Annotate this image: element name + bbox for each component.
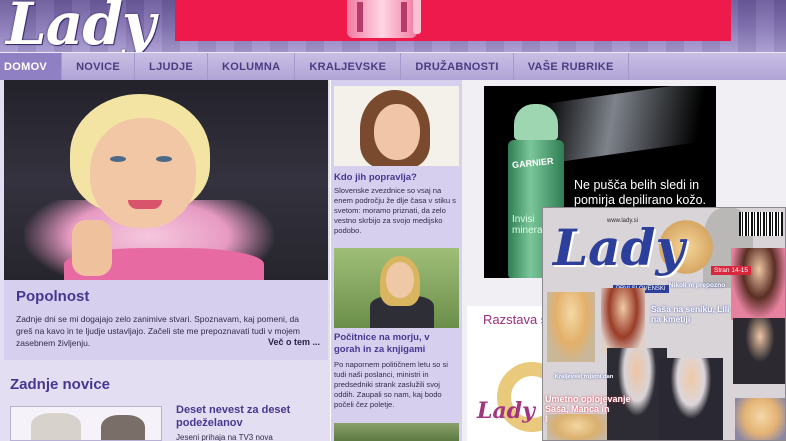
sidebar-article-summary: Slovenske zvezdnice so vsaj na enem podr… xyxy=(334,186,456,235)
cover-page-badge: Stran 14-15 xyxy=(711,266,751,275)
site-logo[interactable]: Lady xyxy=(6,0,156,52)
sidebar-article-summary: Po napornem političnem letu so si tudi n… xyxy=(334,360,448,409)
nav-item-ljudje[interactable]: LJUDJE xyxy=(135,52,209,81)
nav-item-novice[interactable]: NOVICE xyxy=(62,52,136,81)
cover-barcode xyxy=(739,212,783,236)
sidebar-articles-column: Kdo jih popravlja? Slovenske zvezdnice s… xyxy=(331,80,462,441)
cover-website: www.lady.si xyxy=(607,218,638,224)
photo-mouth xyxy=(128,200,162,209)
photo-face xyxy=(90,118,196,228)
cover-headline: Saša na seniku, Lili na kmetiji xyxy=(651,304,730,324)
photo-face xyxy=(374,104,420,160)
cover-photo xyxy=(735,398,785,440)
cover-photo xyxy=(547,292,595,362)
sidebar-article-title[interactable]: Počitnice na morju, v gorah in za knjiga… xyxy=(334,332,456,356)
photo-eye xyxy=(156,156,172,162)
feature-title[interactable]: Popolnost xyxy=(16,288,89,305)
ad-tagline: Ne pušča belih sledi in pomirja depilira… xyxy=(574,178,707,207)
sidebar-article-photo[interactable] xyxy=(334,423,459,441)
razstava-title: Razstava slovenskih xyxy=(483,312,547,327)
cover-photo xyxy=(601,288,645,354)
ad-spray-graphic xyxy=(544,86,714,164)
latest-news-item: Deset nevest za deset podeželanov Jeseni… xyxy=(10,402,326,441)
ad-can-cap xyxy=(514,104,558,140)
latest-news-thumbnail[interactable] xyxy=(10,406,162,441)
nav-item-kraljevske[interactable]: KRALJEVSKE xyxy=(295,52,402,81)
main-navigation: DOMOV NOVICE LJUDJE KOLUMNA KRALJEVSKE D… xyxy=(0,52,786,81)
nav-item-kolumna[interactable]: KOLUMNA xyxy=(208,52,296,81)
feature-photo[interactable] xyxy=(4,80,328,280)
nav-item-druzabnosti[interactable]: DRUŽABNOSTI xyxy=(401,52,514,81)
razstava-logo: Lady xyxy=(477,398,535,424)
sidebar-article-card xyxy=(334,86,459,166)
nav-item-domov[interactable]: DOMOV xyxy=(0,52,63,81)
sidebar-article-card xyxy=(334,248,459,328)
latest-news-summary: Jeseni prihaja na TV3 nova xyxy=(176,433,273,441)
main-content-column: Popolnost Zadnje dni se mi dogajajo zelo… xyxy=(0,80,330,441)
photo-face xyxy=(386,262,414,298)
cover-headline: Kraljevski rojstni dan xyxy=(554,374,614,380)
magazine-cover[interactable]: Lady www.lady.si PRVI SLOVENSKI Stran 14… xyxy=(542,207,786,441)
cover-photo xyxy=(733,318,785,384)
razstava-banner[interactable]: Razstava slovenskih Lady xyxy=(467,306,547,441)
feature-article: Popolnost Zadnje dni se mi dogajajo zelo… xyxy=(4,280,328,360)
top-banner-ad[interactable] xyxy=(175,0,731,41)
site-header: Lady xyxy=(0,0,786,52)
latest-news-title[interactable]: Deset nevest za deset podeželanov xyxy=(176,404,326,430)
sidebar-article-photo[interactable] xyxy=(334,248,459,328)
sidebar-article-title[interactable]: Kdo jih popravlja? xyxy=(334,172,456,184)
cover-headline: Nikoli ni prepozno xyxy=(668,282,726,289)
banner-product-image xyxy=(347,0,417,38)
read-more-link[interactable]: Več o tem ... xyxy=(268,337,320,347)
sidebar-article-photo[interactable] xyxy=(334,86,459,166)
photo-eye xyxy=(110,156,126,162)
latest-news-heading: Zadnje novice xyxy=(10,376,111,393)
cover-logo: Lady xyxy=(553,218,685,277)
cover-photo xyxy=(659,358,723,440)
cover-photo xyxy=(547,414,607,440)
photo-hand xyxy=(72,220,112,276)
banner-bottle-image xyxy=(413,0,421,34)
nav-item-vase-rubrike[interactable]: VAŠE RUBRIKE xyxy=(514,52,629,81)
